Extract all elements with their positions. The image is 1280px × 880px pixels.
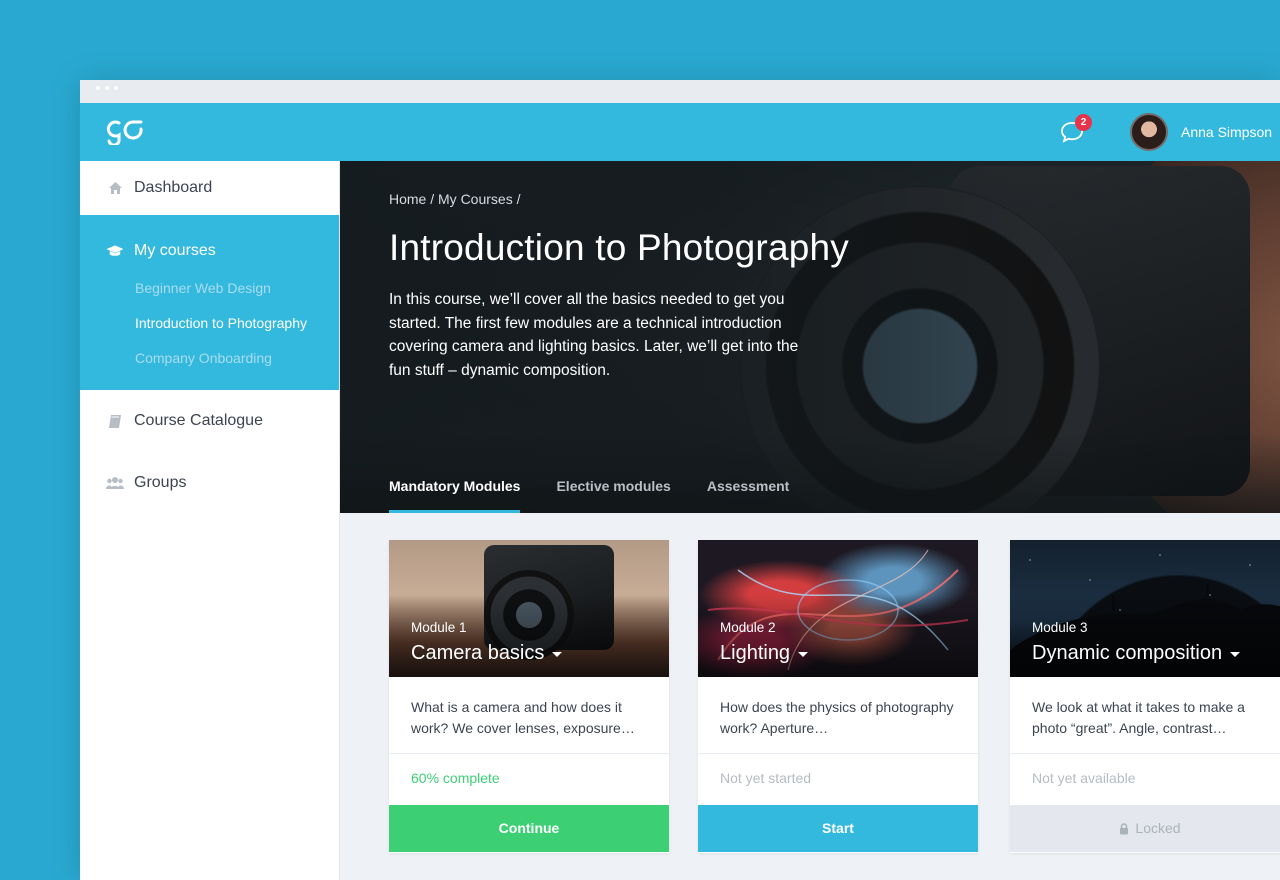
module-number: Module 3 (1032, 620, 1088, 635)
notification-badge: 2 (1075, 114, 1092, 131)
book-icon (106, 412, 124, 430)
module-title-dropdown[interactable]: Dynamic composition (1032, 642, 1241, 665)
module-image-lighting[interactable]: Module 2 Lighting (698, 540, 978, 677)
module-title: Dynamic composition (1032, 642, 1223, 664)
locked-label: Locked (1135, 820, 1181, 836)
sidebar-course-beginner-web-design[interactable]: Beginner Web Design (80, 271, 339, 306)
sidebar-item-groups[interactable]: Groups (80, 450, 339, 516)
course-hero: Home / My Courses / Introduction to Phot… (340, 161, 1280, 513)
users-icon (106, 474, 124, 492)
go-logo[interactable] (106, 117, 146, 150)
app-window: 2 Anna Simpson Dashboard My courses Begi… (80, 80, 1280, 880)
sidebar: Dashboard My courses Beginner Web Design… (80, 161, 340, 880)
module-description: What is a camera and how does it work? W… (389, 677, 669, 754)
locked-button[interactable]: Locked (1010, 805, 1280, 852)
start-button[interactable]: Start (698, 805, 978, 852)
tab-elective-modules[interactable]: Elective modules (556, 465, 670, 513)
chevron-down-icon (798, 652, 809, 657)
window-titlebar (80, 80, 1280, 103)
module-card: Module 1 Camera basics What is a camera … (389, 540, 669, 853)
window-controls[interactable] (96, 86, 118, 90)
logo-icon (106, 120, 143, 147)
sidebar-item-course-catalogue[interactable]: Course Catalogue (80, 392, 339, 450)
module-image-composition[interactable]: Module 3 Dynamic composition (1010, 540, 1280, 677)
messages-button[interactable]: 2 (1060, 114, 1092, 145)
breadcrumb[interactable]: Home / My Courses / (389, 191, 520, 207)
module-title-dropdown[interactable]: Lighting (720, 642, 809, 665)
module-number: Module 1 (411, 620, 467, 635)
sidebar-item-my-courses[interactable]: My courses (80, 231, 339, 271)
module-description: How does the physics of photography work… (698, 677, 978, 754)
module-tabs: Mandatory Modules Elective modules Asses… (389, 465, 825, 513)
tab-mandatory-modules[interactable]: Mandatory Modules (389, 465, 521, 513)
page-title: Introduction to Photography (389, 227, 849, 268)
module-card: Module 2 Lighting How does the physics o… (698, 540, 978, 853)
user-name[interactable]: Anna Simpson (1181, 124, 1272, 140)
module-title: Lighting (720, 642, 791, 664)
sidebar-course-introduction-to-photography[interactable]: Introduction to Photography (80, 306, 339, 341)
module-number: Module 2 (720, 620, 776, 635)
module-status: Not yet started (720, 770, 812, 786)
sidebar-item-label: Course Catalogue (134, 412, 263, 429)
sidebar-course-company-onboarding[interactable]: Company Onboarding (80, 341, 339, 376)
chevron-down-icon (1230, 652, 1241, 657)
sidebar-item-dashboard[interactable]: Dashboard (80, 161, 339, 215)
course-description: In this course, we’ll cover all the basi… (389, 291, 799, 379)
module-card: Module 3 Dynamic composition We look at … (1010, 540, 1280, 853)
sidebar-item-label: Groups (134, 474, 187, 491)
lock-icon (1120, 822, 1129, 834)
module-description: We look at what it takes to make a photo… (1010, 677, 1280, 754)
sidebar-item-label: My courses (134, 242, 216, 259)
module-title-dropdown[interactable]: Camera basics (411, 642, 563, 665)
module-title: Camera basics (411, 642, 545, 664)
top-app-bar: 2 Anna Simpson (80, 103, 1280, 161)
sidebar-section-my-courses: My courses Beginner Web Design Introduct… (80, 215, 339, 390)
home-icon (106, 179, 124, 197)
chevron-down-icon (552, 652, 563, 657)
tab-assessment[interactable]: Assessment (707, 465, 790, 513)
continue-button[interactable]: Continue (389, 805, 669, 852)
modules-area: Module 1 Camera basics What is a camera … (340, 513, 1280, 880)
graduation-cap-icon (106, 242, 124, 260)
module-status: Not yet available (1032, 770, 1136, 786)
user-avatar[interactable] (1130, 113, 1168, 151)
module-image-camera[interactable]: Module 1 Camera basics (389, 540, 669, 677)
sidebar-item-label: Dashboard (134, 179, 213, 196)
module-status: 60% complete (411, 770, 500, 786)
